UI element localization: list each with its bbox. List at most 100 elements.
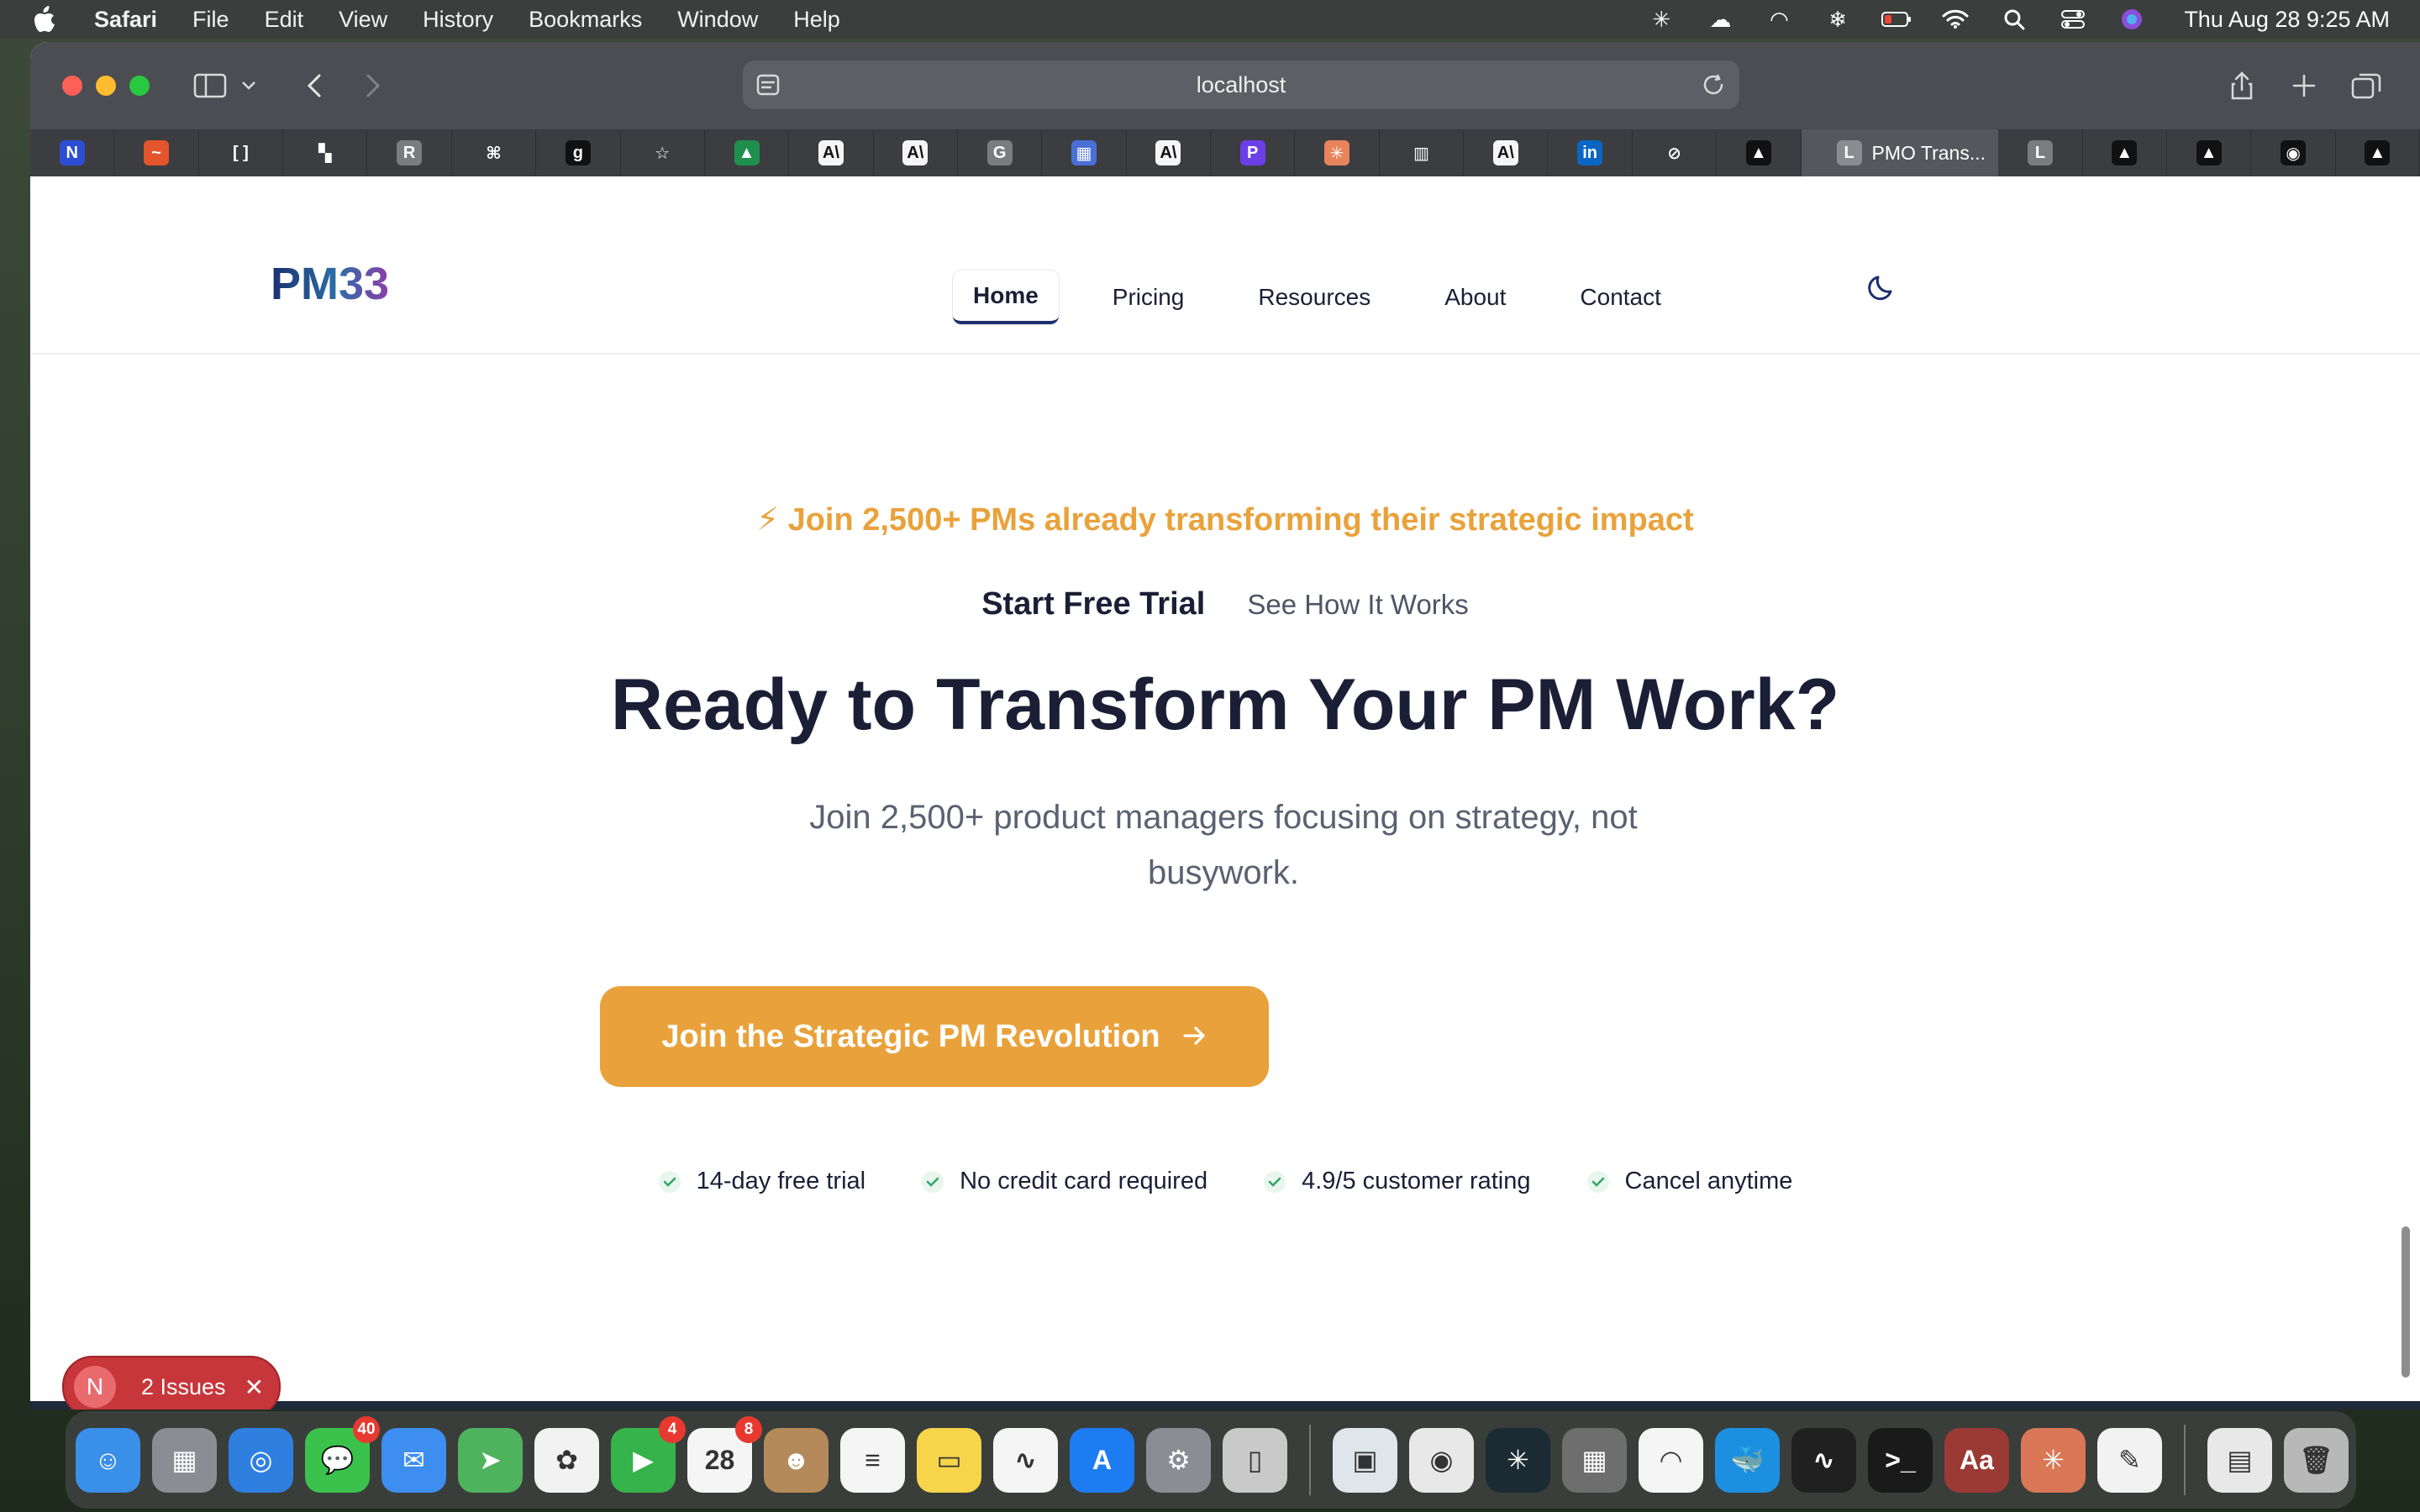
control-center-icon[interactable] (2058, 7, 2088, 32)
dock-messages-icon[interactable]: 💬 40 (305, 1415, 380, 1493)
pinned-tab[interactable]: ▲ (705, 129, 790, 176)
forward-button[interactable] (355, 67, 392, 104)
pinned-tab[interactable]: A\ (1127, 129, 1212, 176)
zoom-window-button[interactable] (129, 76, 150, 96)
pinned-tab[interactable]: g (536, 129, 621, 176)
dock-dictionary-icon[interactable]: Aa (1944, 1427, 2009, 1493)
pm33-logo[interactable]: PM33 (271, 257, 413, 311)
dev-issues-badge[interactable]: N 2 Issues ✕ (62, 1356, 281, 1410)
dock-calculator-icon[interactable]: ▦ (1562, 1427, 1627, 1493)
dock-iphone-mirroring-icon[interactable]: ▯ (1223, 1427, 1287, 1493)
chevron-down-icon[interactable] (230, 67, 267, 104)
dark-mode-toggle-icon[interactable] (1865, 270, 1899, 304)
dock-claude-icon[interactable]: ✳ (2021, 1427, 2086, 1493)
reload-icon[interactable] (1699, 71, 1728, 99)
menu-history[interactable]: History (423, 7, 493, 33)
page-scrollbar[interactable] (2402, 1226, 2410, 1378)
dock-contacts-icon[interactable]: ☻ (764, 1427, 829, 1493)
pinned-tab[interactable]: ▚ (283, 129, 368, 176)
menu-window[interactable]: Window (677, 7, 758, 33)
menu-view[interactable]: View (339, 7, 387, 33)
dock-activity-monitor-icon[interactable]: ∿ (1791, 1427, 1856, 1493)
menu-clock[interactable]: Thu Aug 28 9:25 AM (2184, 7, 2390, 33)
pinned-tab[interactable]: R (367, 129, 452, 176)
pinned-tab[interactable]: P (1211, 129, 1296, 176)
dock-docker-icon[interactable]: 🐳 (1715, 1427, 1780, 1493)
active-tab[interactable]: L PMO Trans... (1801, 129, 1999, 176)
pinned-tab[interactable]: G (958, 129, 1043, 176)
dock-maps-icon[interactable]: ➤ (458, 1427, 523, 1493)
sparkle-icon[interactable]: ✳ (1646, 7, 1676, 32)
menu-file[interactable]: File (192, 7, 229, 33)
dock-notes-icon[interactable]: ▭ (917, 1427, 981, 1493)
snowflake-icon[interactable]: ❄ (1823, 7, 1853, 32)
minimize-window-button[interactable] (96, 76, 116, 96)
close-icon[interactable]: ✕ (245, 1373, 264, 1401)
pinned-tab[interactable]: ▦ (1042, 129, 1127, 176)
nav-contact[interactable]: Contact (1560, 272, 1681, 323)
dock-reminders-icon[interactable]: ≡ (840, 1427, 905, 1493)
join-revolution-button[interactable]: Join the Strategic PM Revolution (600, 986, 1269, 1087)
siri-icon[interactable] (2117, 7, 2147, 32)
pinned-tab[interactable]: A\ (874, 129, 958, 176)
trailing-tab[interactable]: ▲ (2167, 129, 2252, 176)
pinned-tab[interactable]: ~ (114, 129, 199, 176)
page-menu-icon[interactable] (755, 72, 781, 97)
trailing-tab[interactable]: ◉ (2251, 129, 2336, 176)
share-icon[interactable] (2223, 67, 2260, 104)
pinned-tab[interactable]: ▥ (1380, 129, 1465, 176)
dock-finder-icon[interactable]: ☺ (76, 1427, 140, 1493)
close-window-button[interactable] (62, 76, 82, 96)
nav-home[interactable]: Home (953, 270, 1059, 324)
address-bar[interactable]: localhost (743, 60, 1739, 109)
nav-about[interactable]: About (1424, 272, 1526, 323)
dock-textedit-icon[interactable]: ✎ (2097, 1427, 2162, 1493)
menu-help[interactable]: Help (793, 7, 840, 33)
see-how-it-works-button[interactable]: See How It Works (1247, 589, 1468, 621)
sidebar-toggle-icon[interactable] (192, 67, 229, 104)
trailing-tab[interactable]: ▲ (2083, 129, 2168, 176)
pinned-tab[interactable]: ⊘ (1633, 129, 1718, 176)
nav-resources[interactable]: Resources (1238, 272, 1391, 323)
dock-app-store-icon[interactable]: A (1070, 1427, 1134, 1493)
dock-photos-icon[interactable]: ✿ (534, 1427, 599, 1493)
nav-pricing[interactable]: Pricing (1092, 272, 1205, 323)
dock-documents-icon[interactable]: ▤ (2207, 1427, 2272, 1493)
dock-mail-icon[interactable]: ✉ (381, 1427, 446, 1493)
weather-icon[interactable]: ☁ (1705, 7, 1735, 32)
back-button[interactable] (296, 67, 333, 104)
dock-freeform-icon[interactable]: ∿ (993, 1427, 1058, 1493)
dock-trash-icon[interactable]: 🗑 (2284, 1427, 2349, 1493)
new-tab-icon[interactable] (2286, 67, 2323, 104)
dock-chrome-icon[interactable]: ◉ (1409, 1427, 1474, 1493)
pinned-tab[interactable]: ▲ (1717, 129, 1802, 176)
dock-safari-icon[interactable]: ◎ (229, 1427, 293, 1493)
pinned-tab[interactable]: ⌘ (452, 129, 537, 176)
menu-app-safari[interactable]: Safari (94, 7, 157, 33)
spotlight-search-icon[interactable] (1999, 7, 2029, 32)
pinned-tab[interactable]: in (1548, 129, 1633, 176)
dock-nordvpn-icon[interactable]: ◠ (1639, 1427, 1703, 1493)
arc-icon[interactable]: ◠ (1764, 7, 1794, 32)
menu-edit[interactable]: Edit (265, 7, 304, 33)
tab-overview-icon[interactable] (2348, 67, 2385, 104)
menu-bookmarks[interactable]: Bookmarks (529, 7, 642, 33)
trailing-tab[interactable]: ▲ (2336, 129, 2420, 176)
dock-preview-icon[interactable]: ▣ (1333, 1427, 1397, 1493)
pinned-tab[interactable]: [ ] (199, 129, 284, 176)
battery-icon[interactable] (1881, 7, 1912, 32)
dock-launchpad-icon[interactable]: ▦ (152, 1427, 217, 1493)
wifi-icon[interactable] (1940, 7, 1970, 32)
dock-system-settings-icon[interactable]: ⚙ (1146, 1427, 1211, 1493)
dock-perplexity-icon[interactable]: ✳ (1486, 1427, 1550, 1493)
dock-terminal-icon[interactable]: >_ (1868, 1427, 1933, 1493)
pinned-tab[interactable]: N (30, 129, 115, 176)
trailing-tab[interactable]: L (1998, 129, 2083, 176)
pinned-tab[interactable]: A\ (789, 129, 874, 176)
start-free-trial-button[interactable]: Start Free Trial (981, 586, 1205, 622)
pinned-tab[interactable]: ✳ (1295, 129, 1380, 176)
dock-calendar-icon[interactable]: 28 8 (687, 1415, 762, 1493)
apple-menu-icon[interactable] (32, 5, 60, 34)
dock-facetime-icon[interactable]: ▶ 4 (611, 1415, 686, 1493)
pinned-tab[interactable]: ☆ (621, 129, 705, 176)
